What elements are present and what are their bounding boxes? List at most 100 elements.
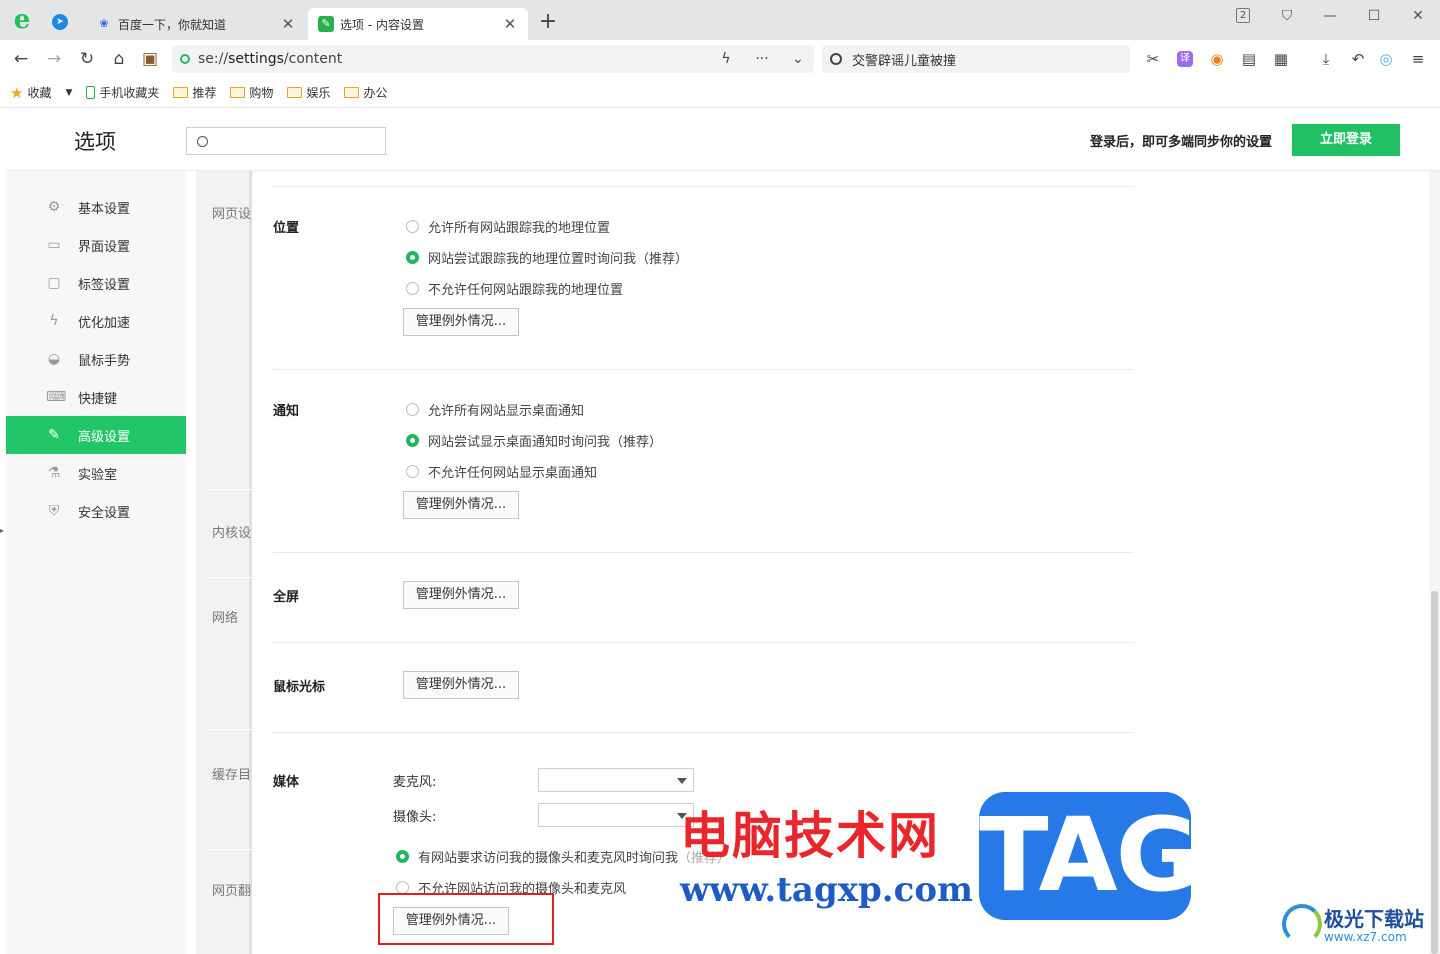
reload-icon[interactable]: ↻ (76, 48, 98, 70)
folder-icon (287, 87, 303, 98)
manage-exceptions-location-button[interactable]: 管理例外情况... (403, 308, 519, 336)
sidebar-item-shortcuts[interactable]: ⌨ 快捷键 (6, 378, 186, 416)
section-nav-item[interactable]: 缓存目 (212, 764, 252, 783)
browser-logo-icon[interactable]: e (8, 6, 36, 34)
radio-notification-allow[interactable]: 允许所有网站显示桌面通知 (406, 400, 584, 419)
close-window-icon[interactable]: ✕ (1406, 6, 1430, 26)
section-nav-item[interactable]: 网络 (212, 607, 252, 626)
briefcase-icon[interactable]: ▣ (139, 48, 161, 70)
radio-label: 网站尝试显示桌面通知时询问我（推荐） (428, 435, 663, 450)
radio-notification-deny[interactable]: 不允许任何网站显示桌面通知 (406, 462, 597, 481)
divider (208, 849, 252, 850)
sidebar-item-basic[interactable]: ⚙ 基本设置 (6, 188, 186, 226)
forward-icon[interactable]: → (43, 48, 65, 70)
bookmark-folder[interactable]: 娱乐 (287, 84, 330, 101)
bookmark-folder[interactable]: 购物 (230, 84, 273, 101)
sidebar-item-interface[interactable]: ▭ 界面设置 (6, 226, 186, 264)
scrollbar-thumb[interactable] (1431, 591, 1438, 954)
secure-icon (180, 54, 190, 64)
new-tab-button[interactable]: + (538, 10, 558, 34)
dropdown-arrow-icon (677, 778, 687, 784)
section-nav-item[interactable]: 网页翻 (212, 880, 252, 899)
bookmark-favorites[interactable]: ★ 收藏 ▼ (10, 84, 72, 102)
lightning-icon[interactable]: ϟ (718, 51, 734, 67)
sidebar-item-speedup[interactable]: ϟ 优化加速 (6, 302, 186, 340)
more-icon[interactable]: ··· (754, 51, 770, 67)
sidebar-item-mouse-gesture[interactable]: ◒ 鼠标手势 (6, 340, 186, 378)
login-button[interactable]: 立即登录 (1292, 124, 1400, 156)
minimize-icon[interactable]: — (1318, 6, 1342, 26)
home-icon[interactable]: ⌂ (108, 48, 130, 70)
radio-notification-ask[interactable]: 网站尝试显示桌面通知时询问我（推荐） (406, 431, 662, 450)
manage-exceptions-fullscreen-button[interactable]: 管理例外情况... (403, 581, 519, 609)
radio-location-ask[interactable]: 网站尝试跟踪我的地理位置时询问我（推荐） (406, 248, 688, 267)
send-icon[interactable]: ➤ (52, 14, 68, 30)
radio-dot[interactable] (406, 220, 419, 233)
close-icon[interactable]: ✕ (280, 15, 296, 33)
bookmark-label: 手机收藏夹 (99, 86, 160, 100)
section-label-location: 位置 (273, 221, 300, 236)
scrollbar[interactable] (1429, 171, 1440, 954)
section-nav-item[interactable]: 内核设 (212, 522, 252, 541)
bookmark-folder[interactable]: 推荐 (173, 84, 216, 101)
back-icon[interactable]: ← (10, 48, 32, 70)
microphone-select[interactable] (538, 768, 694, 792)
manage-exceptions-notification-button[interactable]: 管理例外情况... (403, 491, 519, 519)
star-icon: ★ (10, 83, 24, 102)
apps-grid-icon[interactable]: ▦ (1271, 49, 1291, 69)
address-bar[interactable]: se://settings/content ϟ ··· ⌄ (172, 45, 814, 73)
section-nav-item[interactable]: 网页设 (212, 203, 252, 222)
reader-icon[interactable]: ▤ (1239, 49, 1259, 69)
tab-title: 选项 - 内容设置 (340, 17, 424, 32)
highlight-box (378, 893, 554, 945)
sidebar-item-security[interactable]: ⛨ 安全设置 (6, 492, 186, 530)
divider (273, 552, 1133, 553)
gamepad-icon[interactable]: ◉ (1207, 49, 1227, 69)
sidebar-item-label: 鼠标手势 (78, 353, 131, 369)
radio-dot[interactable] (406, 282, 419, 295)
tab-baidu[interactable]: ❀ 百度一下，你就知道 ✕ (86, 8, 306, 40)
radio-location-allow[interactable]: 允许所有网站跟踪我的地理位置 (406, 217, 610, 236)
download-icon[interactable]: ⤓ (1316, 49, 1336, 69)
section-label-fullscreen: 全屏 (273, 590, 300, 605)
divider (208, 489, 252, 490)
tab-settings[interactable]: ✎ 选项 - 内容设置 ✕ (308, 8, 528, 40)
maximize-icon[interactable]: ☐ (1362, 6, 1386, 26)
sidebar-item-lab[interactable]: ⚗ 实验室 (6, 454, 186, 492)
divider (273, 732, 1133, 733)
undo-icon[interactable]: ↶ (1348, 49, 1368, 69)
shirt-icon[interactable]: ⛉ (1275, 6, 1299, 26)
bookmark-folder[interactable]: 办公 (344, 84, 387, 101)
sidebar-item-tabs[interactable]: ▢ 标签设置 (6, 264, 186, 302)
watermark-site-url: www.tagxp.com (680, 870, 973, 910)
chevron-down-icon[interactable]: ⌄ (790, 51, 806, 67)
radio-dot[interactable] (406, 465, 419, 478)
mouse-icon: ◒ (47, 351, 61, 367)
manage-exceptions-mouse-cursor-button[interactable]: 管理例外情况... (403, 671, 519, 699)
menu-icon[interactable]: ≡ (1408, 49, 1428, 69)
collapse-arrow-icon[interactable]: ▸ (0, 526, 4, 535)
bookmark-label: 娱乐 (306, 86, 331, 100)
caret-down-icon[interactable]: ▼ (65, 88, 72, 98)
settings-search-input[interactable] (186, 127, 386, 155)
radio-dot[interactable] (406, 251, 419, 264)
radio-dot[interactable] (406, 434, 419, 447)
divider (208, 729, 252, 730)
radio-dot[interactable] (396, 850, 409, 863)
close-icon[interactable]: ✕ (502, 15, 518, 33)
radio-dot[interactable] (406, 403, 419, 416)
tab-count-button[interactable]: 2 (1231, 6, 1255, 26)
bookmark-mobile[interactable]: 手机收藏夹 (86, 84, 159, 101)
translate-icon[interactable]: 译 (1177, 51, 1193, 67)
address-url[interactable]: se://settings/content (198, 51, 698, 67)
scissors-icon[interactable]: ✂ (1143, 49, 1163, 69)
search-box[interactable]: 交警辟谣儿童被撞 (822, 45, 1130, 73)
profile-icon[interactable]: ◎ (1376, 49, 1396, 69)
radio-location-deny[interactable]: 不允许任何网站跟踪我的地理位置 (406, 279, 623, 298)
camera-select[interactable] (538, 803, 694, 827)
sidebar-item-advanced[interactable]: ✎ 高级设置 (6, 416, 186, 454)
radio-label: 不允许任何网站显示桌面通知 (428, 466, 598, 481)
search-icon (197, 136, 208, 147)
navigation-bar: ← → ↻ ⌂ ▣ se://settings/content ϟ ··· ⌄ … (0, 40, 1440, 78)
search-text[interactable]: 交警辟谣儿童被撞 (852, 50, 956, 69)
